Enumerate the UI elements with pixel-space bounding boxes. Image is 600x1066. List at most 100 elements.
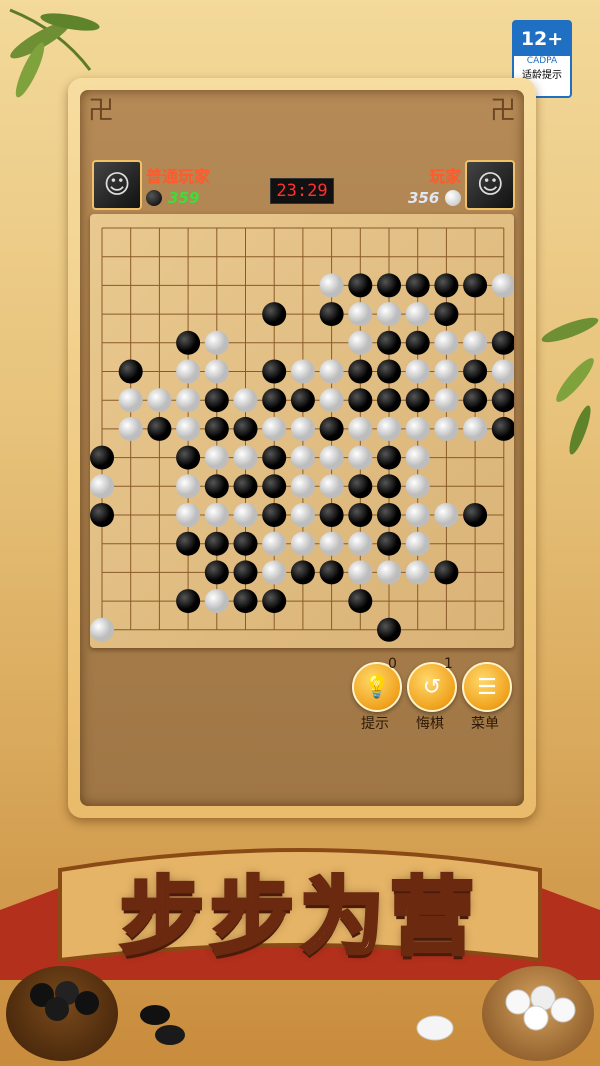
white-stones-pile bbox=[505, 985, 576, 1031]
black-stone-icon bbox=[146, 190, 162, 206]
white-stone bbox=[405, 531, 430, 556]
white-stone bbox=[262, 531, 287, 556]
white-stone bbox=[290, 416, 315, 441]
white-stone bbox=[319, 531, 344, 556]
black-stone bbox=[233, 416, 258, 441]
black-stone bbox=[405, 273, 430, 298]
black-stone bbox=[262, 359, 287, 384]
white-stone bbox=[290, 503, 315, 527]
lightbulb-icon: 💡 bbox=[363, 674, 391, 700]
black-stone bbox=[377, 445, 401, 470]
black-stone bbox=[204, 416, 229, 441]
white-stone bbox=[319, 474, 344, 499]
gomoku-board[interactable] bbox=[90, 214, 516, 648]
black-stone bbox=[262, 503, 287, 527]
white-stone bbox=[176, 474, 201, 499]
black-stone bbox=[233, 531, 258, 556]
black-stone bbox=[204, 560, 229, 585]
white-stone bbox=[90, 617, 114, 642]
menu-list-icon: ☰ bbox=[477, 674, 497, 700]
white-stone bbox=[434, 330, 459, 355]
black-stone bbox=[262, 388, 287, 413]
black-stone bbox=[204, 388, 229, 413]
white-stone bbox=[290, 531, 315, 556]
white-stone bbox=[176, 503, 201, 527]
avatar[interactable]: ☺ bbox=[92, 160, 142, 210]
slogan-title: 步步为营 bbox=[118, 866, 480, 968]
black-stone bbox=[262, 474, 287, 499]
white-stone bbox=[463, 416, 488, 441]
white-stone bbox=[377, 302, 401, 327]
bamboo-leaves-right bbox=[541, 317, 599, 455]
white-stone bbox=[405, 302, 430, 327]
black-stone bbox=[348, 474, 373, 499]
black-stone bbox=[176, 589, 201, 614]
white-stone bbox=[204, 445, 229, 470]
black-stone bbox=[319, 302, 344, 327]
left-player-score: 359 bbox=[168, 189, 200, 207]
age-rating-value: 12+ bbox=[514, 22, 570, 56]
right-player-name: 玩家 bbox=[429, 167, 462, 186]
board-grid[interactable] bbox=[90, 214, 516, 648]
menu-button[interactable]: ☰ bbox=[462, 662, 512, 712]
white-stone bbox=[434, 503, 459, 527]
black-stone bbox=[204, 474, 229, 499]
white-stone bbox=[434, 359, 459, 384]
white-stone bbox=[463, 330, 488, 355]
white-stone bbox=[348, 560, 373, 585]
black-stone bbox=[118, 359, 143, 384]
corner-ornament-icon: 卍 bbox=[87, 96, 114, 126]
white-stone bbox=[118, 416, 143, 441]
black-stone bbox=[233, 589, 258, 614]
black-stone bbox=[377, 388, 401, 413]
black-stone bbox=[377, 359, 401, 384]
white-stone bbox=[405, 560, 430, 585]
white-stone bbox=[262, 416, 287, 441]
black-stone bbox=[147, 416, 172, 441]
black-stones-pile bbox=[30, 981, 99, 1021]
white-stone bbox=[405, 445, 430, 470]
white-stone bbox=[176, 416, 201, 441]
white-stone bbox=[405, 359, 430, 384]
undo-label: 悔棋 bbox=[416, 716, 444, 732]
white-stone bbox=[118, 388, 143, 413]
black-stone bbox=[262, 445, 287, 470]
white-stone bbox=[204, 330, 229, 355]
black-stone bbox=[348, 388, 373, 413]
white-stone bbox=[491, 273, 516, 298]
black-stone bbox=[262, 302, 287, 327]
black-stone bbox=[491, 330, 516, 355]
white-stone bbox=[405, 503, 430, 527]
white-stone bbox=[377, 416, 401, 441]
corner-ornament-icon: 卍 bbox=[489, 96, 516, 126]
white-stone bbox=[290, 445, 315, 470]
black-stone bbox=[377, 273, 401, 298]
black-stone bbox=[90, 503, 114, 527]
black-stone bbox=[463, 359, 488, 384]
white-stone bbox=[204, 503, 229, 527]
black-stone bbox=[319, 416, 344, 441]
black-stone bbox=[491, 388, 516, 413]
white-stone bbox=[491, 359, 516, 384]
black-stone bbox=[463, 388, 488, 413]
avatar[interactable]: ☺ bbox=[465, 160, 516, 210]
black-stone bbox=[491, 416, 516, 441]
black-stone bbox=[377, 474, 401, 499]
white-stone bbox=[262, 560, 287, 585]
white-stone bbox=[319, 388, 344, 413]
undo-icon: ↺ bbox=[422, 674, 442, 700]
hint-label: 提示 bbox=[361, 716, 389, 732]
black-stone bbox=[348, 503, 373, 527]
black-stone bbox=[463, 503, 488, 527]
white-stone bbox=[233, 445, 258, 470]
loose-white-stone bbox=[416, 1015, 454, 1041]
white-stone bbox=[434, 416, 459, 441]
white-stone bbox=[348, 416, 373, 441]
black-stone bbox=[377, 531, 401, 556]
menu-label: 菜单 bbox=[471, 716, 499, 732]
black-stone bbox=[377, 330, 401, 355]
white-stone bbox=[348, 531, 373, 556]
black-stone bbox=[90, 445, 114, 470]
left-player-card: ☺ 普通玩家 359 bbox=[92, 160, 210, 210]
white-stone bbox=[290, 359, 315, 384]
